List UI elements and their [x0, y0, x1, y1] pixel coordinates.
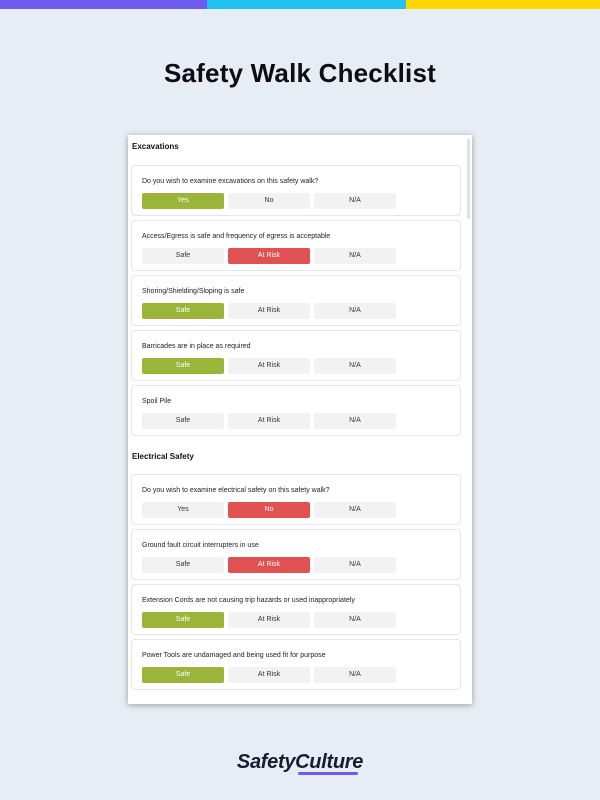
question-card: Power Tools are undamaged and being used… [131, 639, 461, 690]
scrollbar[interactable] [467, 139, 470, 219]
question-card: Barricades are in place as required Safe… [131, 330, 461, 381]
option-na-button[interactable]: N/A [314, 667, 396, 683]
safetyculture-logo: SafetyCulture [236, 751, 364, 773]
accent-segment-yellow [406, 0, 600, 9]
option-safe-button[interactable]: Safe [142, 303, 224, 319]
question-text: Power Tools are undamaged and being used… [142, 652, 326, 659]
question-text: Spoil Pile [142, 398, 172, 405]
logo-underline [298, 772, 358, 775]
response-options: Safe At Risk N/A [142, 248, 400, 264]
option-at-risk-button[interactable]: At Risk [228, 667, 310, 683]
option-at-risk-button[interactable]: At Risk [228, 358, 310, 374]
checklist-panel[interactable]: Excavations Do you wish to examine excav… [128, 135, 472, 704]
option-safe-button[interactable]: Safe [142, 248, 224, 264]
question-card: Access/Egress is safe and frequency of e… [131, 220, 461, 271]
option-na-button[interactable]: N/A [314, 502, 396, 518]
question-text: Extension Cords are not causing trip haz… [142, 597, 355, 604]
question-text: Do you wish to examine excavations on th… [142, 178, 319, 185]
option-na-button[interactable]: N/A [314, 303, 396, 319]
option-na-button[interactable]: N/A [314, 413, 396, 429]
top-accent-bar [0, 0, 600, 9]
accent-segment-blue [207, 0, 410, 9]
response-options: Safe At Risk N/A [142, 413, 400, 429]
option-at-risk-button[interactable]: At Risk [228, 413, 310, 429]
option-safe-button[interactable]: Safe [142, 667, 224, 683]
response-options: Safe At Risk N/A [142, 303, 400, 319]
option-na-button[interactable]: N/A [314, 193, 396, 209]
option-no-button[interactable]: No [228, 193, 310, 209]
option-at-risk-button[interactable]: At Risk [228, 303, 310, 319]
option-safe-button[interactable]: Safe [142, 612, 224, 628]
response-options: Safe At Risk N/A [142, 557, 400, 573]
option-safe-button[interactable]: Safe [142, 557, 224, 573]
option-yes-button[interactable]: Yes [142, 502, 224, 518]
response-options: Safe At Risk N/A [142, 612, 400, 628]
page-title: Safety Walk Checklist [163, 58, 436, 88]
question-text: Barricades are in place as required [142, 343, 251, 350]
option-na-button[interactable]: N/A [314, 248, 396, 264]
response-options: Safe At Risk N/A [142, 358, 400, 374]
question-text: Ground fault circuit interrupters in use [142, 542, 259, 549]
option-at-risk-button[interactable]: At Risk [228, 248, 310, 264]
accent-segment-purple [0, 0, 212, 9]
question-text: Shoring/Shielding/Sloping is safe [142, 288, 245, 295]
response-options: Yes No N/A [142, 193, 400, 209]
section-title-excavations: Excavations [132, 142, 179, 151]
question-card: Ground fault circuit interrupters in use… [131, 529, 461, 580]
question-text: Do you wish to examine electrical safety… [142, 487, 330, 494]
question-card: Spoil Pile Safe At Risk N/A [131, 385, 461, 436]
option-at-risk-button[interactable]: At Risk [228, 612, 310, 628]
question-card: Do you wish to examine electrical safety… [131, 474, 461, 525]
option-na-button[interactable]: N/A [314, 358, 396, 374]
option-no-button[interactable]: No [228, 502, 310, 518]
option-na-button[interactable]: N/A [314, 557, 396, 573]
option-na-button[interactable]: N/A [314, 612, 396, 628]
option-yes-button[interactable]: Yes [142, 193, 224, 209]
question-card: Do you wish to examine excavations on th… [131, 165, 461, 216]
option-at-risk-button[interactable]: At Risk [228, 557, 310, 573]
section-title-electrical-safety: Electrical Safety [132, 452, 194, 461]
option-safe-button[interactable]: Safe [142, 358, 224, 374]
question-card: Shoring/Shielding/Sloping is safe Safe A… [131, 275, 461, 326]
response-options: Yes No N/A [142, 502, 400, 518]
response-options: Safe At Risk N/A [142, 667, 400, 683]
question-text: Access/Egress is safe and frequency of e… [142, 233, 331, 240]
question-card: Extension Cords are not causing trip haz… [131, 584, 461, 635]
option-safe-button[interactable]: Safe [142, 413, 224, 429]
